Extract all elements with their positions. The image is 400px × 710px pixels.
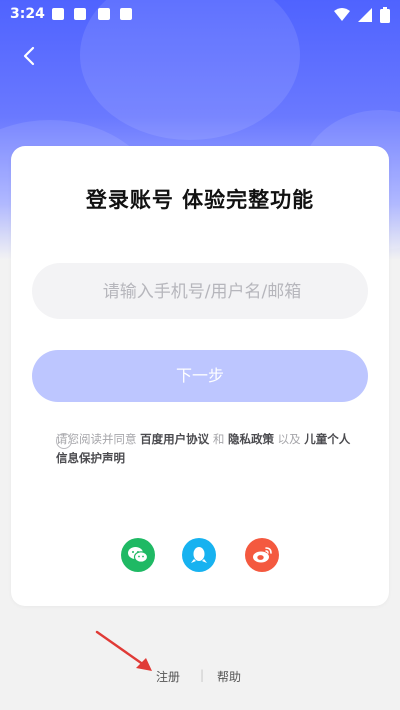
notification-icon: [120, 8, 132, 20]
account-input-wrapper: [32, 263, 368, 321]
help-link[interactable]: 帮助: [217, 668, 241, 685]
battery-icon: [380, 7, 390, 23]
chevron-left-icon: [23, 46, 35, 66]
next-button[interactable]: 下一步: [32, 350, 368, 402]
weibo-login-button[interactable]: [245, 538, 279, 572]
register-link[interactable]: 注册: [156, 668, 180, 685]
login-card: 登录账号 体验完整功能 下一步 请您阅读并同意 百度用户协议 和 隐私政策 以及…: [11, 146, 389, 606]
signal-icon: [358, 8, 372, 22]
login-title: 登录账号 体验完整功能: [85, 188, 315, 212]
notification-icon: [98, 8, 110, 20]
notification-icon: [52, 8, 64, 20]
status-time: 3:24: [10, 6, 45, 22]
qq-icon: [191, 547, 207, 563]
wechat-login-button[interactable]: [121, 538, 155, 572]
status-right: [334, 6, 390, 24]
account-input[interactable]: [50, 263, 354, 321]
wechat-icon: [128, 547, 149, 563]
status-bar: 3:24: [0, 0, 400, 30]
weibo-icon: [253, 547, 272, 563]
back-button[interactable]: [18, 44, 42, 68]
footer-links: 注册 | 帮助: [0, 668, 400, 688]
wifi-icon: [334, 8, 350, 21]
agreement-checkbox[interactable]: [56, 433, 72, 449]
qq-login-button[interactable]: [182, 538, 216, 572]
agreement-suffix: 以及: [277, 432, 301, 446]
user-agreement-link[interactable]: 百度用户协议: [140, 432, 209, 446]
footer-separator: |: [200, 668, 205, 682]
notification-icon: [74, 8, 86, 20]
agreement-text: 请您阅读并同意 百度用户协议 和 隐私政策 以及 儿童个人信息保护声明: [56, 430, 356, 468]
agreement-and: 和: [212, 432, 225, 446]
privacy-policy-link[interactable]: 隐私政策: [228, 432, 274, 446]
